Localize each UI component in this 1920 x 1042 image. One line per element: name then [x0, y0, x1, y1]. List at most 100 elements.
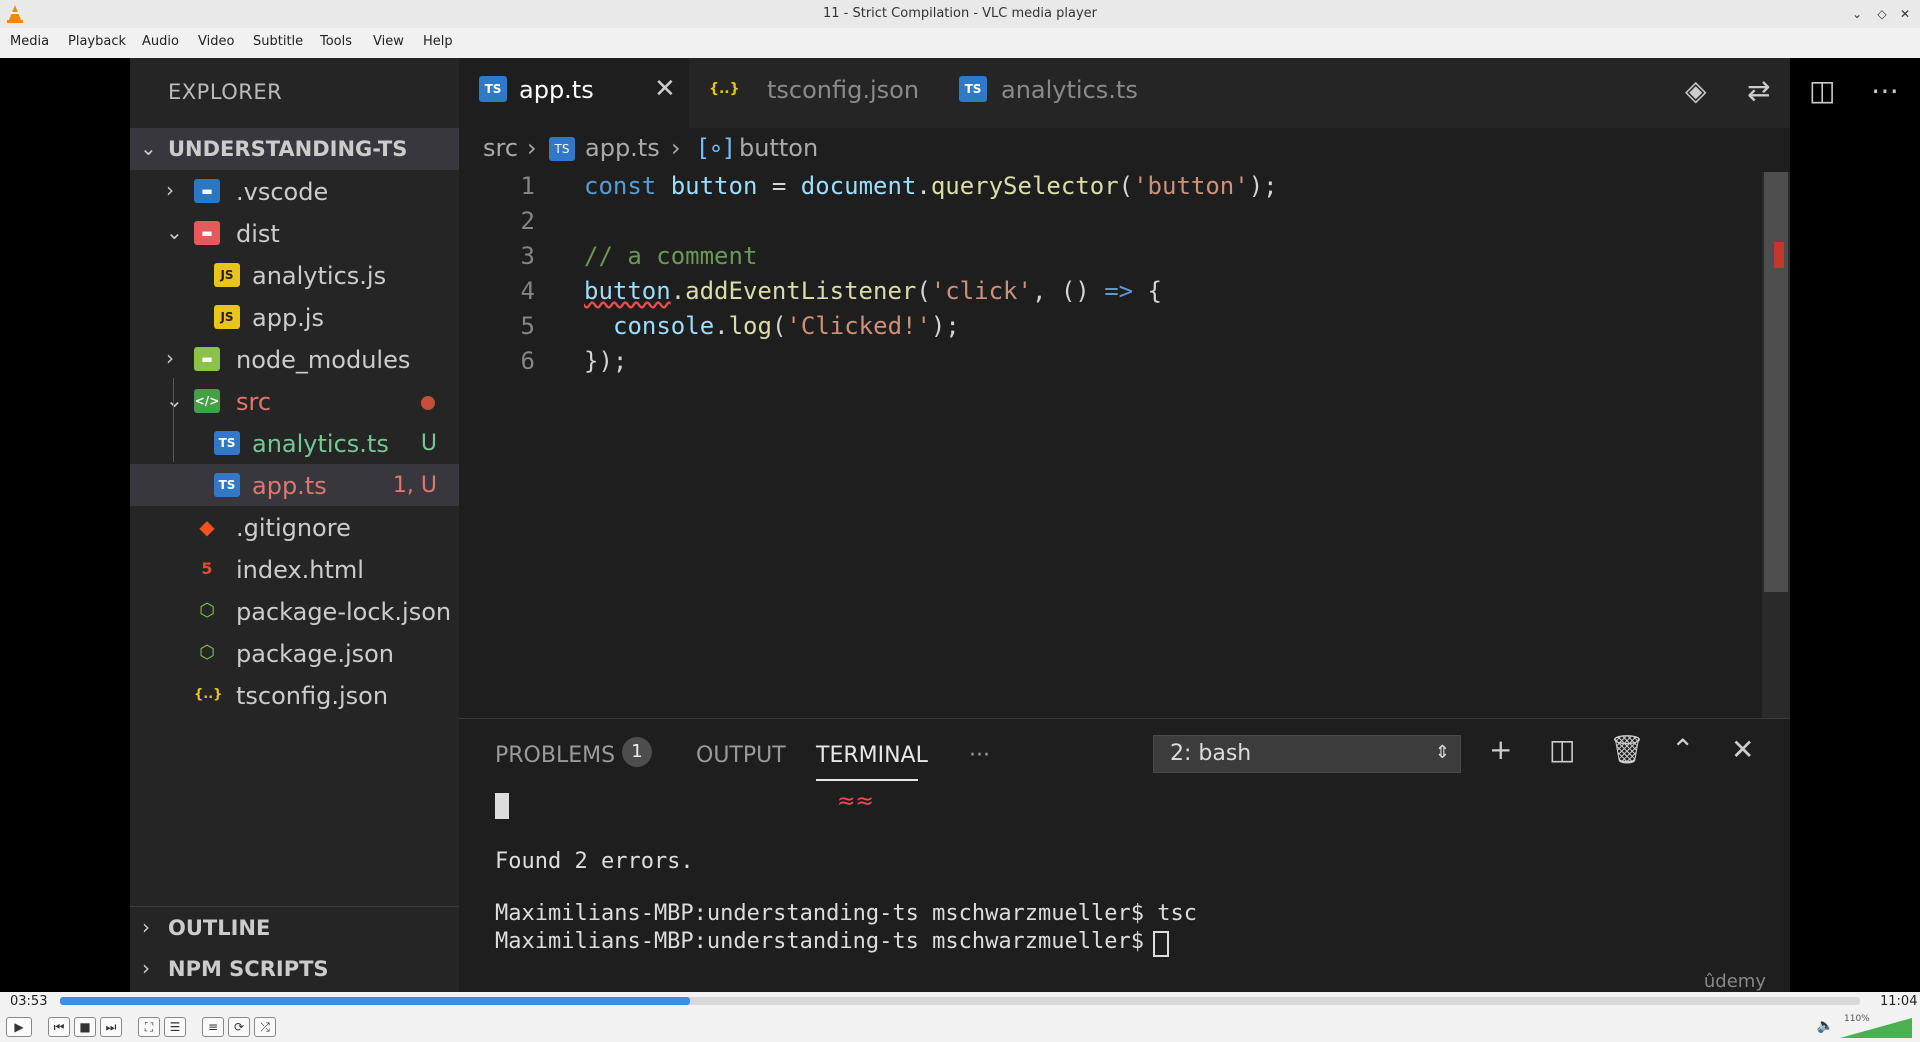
volume-slider[interactable]: 110% [1840, 1014, 1912, 1038]
editor-scrollbar[interactable] [1762, 172, 1790, 752]
fullscreen-button[interactable]: ⛶ [138, 1017, 160, 1037]
play-button[interactable]: ▶ [6, 1017, 32, 1037]
extended-settings-button[interactable]: ☰ [164, 1017, 186, 1037]
shell-select[interactable]: 2: bash ⇕ [1153, 735, 1461, 773]
menu-help[interactable]: Help [423, 34, 453, 49]
stop-button[interactable]: ■ [74, 1017, 96, 1037]
js-file-icon: JS [214, 263, 240, 287]
tree-item-app-js: JS app.js [130, 296, 459, 338]
tree-item-label: analytics.ts [252, 430, 389, 458]
split-terminal-icon[interactable]: ◫ [1549, 733, 1575, 766]
line-number: 3 [520, 242, 535, 270]
tree-item-package-json: ⬡ package.json [130, 632, 459, 674]
menu-view[interactable]: View [373, 34, 404, 49]
tab-output[interactable]: OUTPUT [696, 743, 786, 768]
volume-percent: 110% [1844, 1014, 1870, 1024]
tree-item-label: index.html [236, 556, 364, 584]
code-line: 5 console.log('Clicked!'); [459, 312, 1729, 347]
chevron-right-icon: › [671, 134, 681, 162]
scrollbar-thumb[interactable] [1764, 172, 1788, 592]
tree-item-vscode: › ▬ .vscode [130, 170, 459, 212]
more-icon[interactable]: ··· [969, 743, 990, 768]
html-icon: 5 [201, 559, 213, 578]
breadcrumb-folder: src [483, 134, 519, 162]
code-token: { [1133, 277, 1163, 305]
git-compare-icon: ◈ [1685, 74, 1707, 107]
minimize-icon[interactable]: ⌄ [1848, 5, 1866, 23]
tab-tsconfig: {..} tsconfig.json [689, 58, 939, 128]
chevron-down-icon: ⌄ [166, 220, 183, 244]
title-bar: 11 - Strict Compilation - VLC media play… [0, 0, 1920, 28]
project-header: ⌄ UNDERSTANDING-TS [130, 128, 459, 170]
code-comment: // a comment [584, 242, 758, 270]
udemy-watermark: ûdemy [1703, 971, 1766, 992]
tree-item-src: ⌄ </> src [130, 380, 459, 422]
tree-item-package-lock: ⬡ package-lock.json [130, 590, 459, 632]
tab-label: tsconfig.json [767, 76, 920, 104]
progress-track[interactable] [60, 997, 1860, 1005]
ts-file-icon: TS [549, 137, 575, 161]
menu-video[interactable]: Video [198, 34, 234, 49]
code-token: querySelector [930, 172, 1119, 200]
menu-tools[interactable]: Tools [320, 34, 352, 49]
tab-terminal[interactable]: TERMINAL [816, 743, 928, 768]
line-number: 2 [520, 207, 535, 235]
code-token: addEventListener [685, 277, 917, 305]
tab-problems[interactable]: PROBLEMS [495, 743, 615, 768]
seek-bar: 03:53 11:04 [0, 992, 1920, 1012]
ts-file-icon: TS [214, 431, 240, 455]
menu-subtitle[interactable]: Subtitle [253, 34, 303, 49]
menu-playback[interactable]: Playback [68, 34, 126, 49]
tree-item-app-ts: TS app.ts 1, U [130, 464, 459, 506]
progress-fill [60, 997, 690, 1005]
menu-bar: Media Playback Audio Video Subtitle Tool… [0, 28, 1920, 58]
code-token: ); [930, 312, 960, 340]
video-frame[interactable]: EXPLORER ⌄ UNDERSTANDING-TS › ▬ .vscode … [0, 58, 1920, 992]
code-token: button [670, 172, 758, 200]
terminal-line: Maximilians-MBP:understanding-ts mschwar… [495, 929, 1158, 954]
js-file-icon: JS [214, 305, 240, 329]
json-icon: {..} [709, 81, 740, 97]
tree-item-label: .gitignore [236, 514, 351, 542]
explorer-sidebar: EXPLORER ⌄ UNDERSTANDING-TS › ▬ .vscode … [130, 58, 459, 992]
source-control-icon: ⇄ [1747, 74, 1771, 107]
speaker-icon[interactable]: 🔈 [1817, 1018, 1834, 1034]
close-icon[interactable]: ✕ [1896, 5, 1914, 23]
code-token: console [613, 312, 715, 340]
code-token: document [800, 172, 917, 200]
shuffle-button[interactable]: ⤮ [254, 1017, 276, 1037]
ts-file-icon: TS [479, 76, 507, 102]
nodejs-icon: ⬡ [199, 642, 215, 663]
error-marker [1774, 242, 1784, 268]
chevron-right-icon: › [166, 178, 174, 202]
chevron-right-icon: › [527, 134, 537, 162]
next-button[interactable]: ⏭ [100, 1017, 122, 1037]
elapsed-time: 03:53 [10, 994, 48, 1009]
tree-item-label: src [236, 388, 272, 416]
playlist-button[interactable]: ≡ [202, 1017, 224, 1037]
tree-item-dist: ⌄ ▬ dist [130, 212, 459, 254]
nodejs-icon: ⬡ [199, 600, 215, 621]
tab-label: analytics.ts [1001, 76, 1138, 104]
error-squiggle: ≈≈ [837, 789, 874, 814]
menu-audio[interactable]: Audio [142, 34, 179, 49]
close-icon: ✕ [654, 74, 676, 104]
trash-icon[interactable]: 🗑 [1609, 733, 1645, 766]
menu-media[interactable]: Media [10, 34, 49, 49]
git-icon: ◆ [199, 515, 215, 539]
tree-item-label: analytics.js [252, 262, 387, 290]
breadcrumb-symbol: button [739, 134, 819, 162]
close-panel-icon[interactable]: ✕ [1731, 733, 1754, 766]
previous-button[interactable]: ⏮ [48, 1017, 70, 1037]
terminal-panel: PROBLEMS 1 OUTPUT TERMINAL ··· 2: bash ⇕… [459, 718, 1790, 992]
loop-button[interactable]: ⟳ [228, 1017, 250, 1037]
code-token: log [728, 312, 772, 340]
add-terminal-icon[interactable]: + [1489, 733, 1512, 766]
chevron-up-icon[interactable]: ⌃ [1671, 733, 1694, 766]
tab-analytics-ts: TS analytics.ts [939, 58, 1179, 128]
vscode-folder-icon: ▬ [194, 179, 220, 203]
code-editor[interactable]: 1 const button = document.querySelector(… [459, 172, 1790, 777]
maximize-icon[interactable]: ◇ [1873, 5, 1891, 23]
terminal-cursor [495, 793, 509, 819]
code-token: => [1104, 277, 1134, 305]
